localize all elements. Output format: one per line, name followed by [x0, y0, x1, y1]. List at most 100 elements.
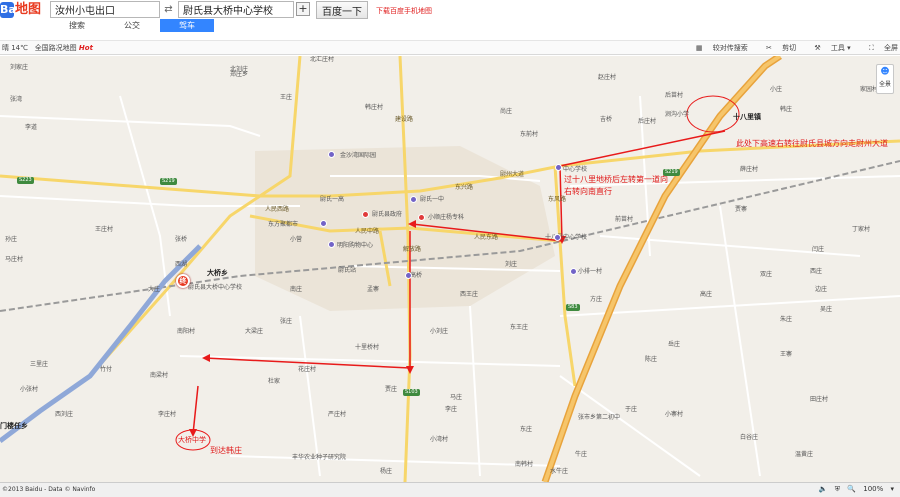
tool-fullscreen[interactable]: ⛶ 全屏 [861, 44, 898, 52]
download-app-link[interactable]: 下载百度手机地图 [376, 6, 432, 16]
tool-tools[interactable]: ⚒ 工具 ▾ [806, 44, 850, 52]
road-label: 人民东路 [474, 234, 499, 241]
map-label: 后苗村 [665, 92, 684, 99]
map-label: 孙庄 [5, 236, 18, 243]
map-label: 方庄 [590, 296, 603, 303]
map-label: 西湖 [175, 261, 188, 268]
map-label: 白谷庄 [740, 434, 759, 441]
tab-search[interactable]: 搜索 [50, 19, 104, 32]
map-label: 王寨 [780, 351, 793, 358]
tab-bus[interactable]: 公交 [105, 19, 159, 32]
destination-annotation: 到达韩庄 [210, 446, 242, 455]
map-label: 南阳村 [177, 328, 196, 335]
swap-icon[interactable]: ⇄ [161, 3, 176, 17]
map-tools: ▦ 较对传搜索 ✂ 剪切 ⚒ 工具 ▾ ⛶ 全屏 [680, 43, 898, 53]
map-roads-layer [0, 56, 900, 482]
wrench-icon: ⚒ [814, 44, 821, 52]
poi-label[interactable]: 张市乡第二初中 [578, 414, 620, 421]
map-label: 陈庄 [645, 356, 658, 363]
map-label: 严庄村 [328, 411, 347, 418]
poi-marker[interactable] [554, 234, 561, 241]
poi-marker[interactable] [320, 220, 327, 227]
map-label: 赵庄村 [598, 74, 617, 81]
poi-marker[interactable] [555, 164, 562, 171]
poi-label[interactable]: 小排一村 [578, 268, 602, 275]
map-label: 小庄 [770, 86, 783, 93]
road-label: 解放路 [403, 246, 422, 253]
map-label: 岳庄 [668, 341, 681, 348]
zoom-level[interactable]: 100% [863, 485, 883, 493]
map-label: 张桥 [175, 236, 188, 243]
scissors-icon: ✂ [766, 44, 772, 52]
baidu-map-logo[interactable]: Bai 地图 [0, 2, 44, 18]
map-canvas[interactable]: 郑庄乡 张桥 大庄 刘家庄 北刘庄 北汇庄村 王庄 张湾 后苗村 韩庄村 李道 … [0, 56, 900, 482]
map-label: 牛庄 [575, 451, 588, 458]
road-label: 人民西路 [265, 206, 290, 213]
map-label: 杨庄 [380, 468, 393, 475]
road-shield: S103 [403, 389, 420, 396]
map-label: 三里庄 [30, 361, 49, 368]
poi-label[interactable]: 尉氏县大桥中心学校 [188, 284, 242, 291]
town-label: 大桥乡 [207, 269, 228, 277]
poi-marker[interactable] [418, 214, 425, 221]
map-label: 马庄 [450, 394, 463, 401]
search-button[interactable]: 百度一下 [316, 1, 368, 19]
start-point-field[interactable] [50, 1, 160, 18]
poi-label[interactable]: 金沙湾国际园 [340, 152, 376, 159]
browser-status-bar: ©2013 Baidu - Data © Navinfo 🔈 ⛨ 🔍 100% … [0, 482, 900, 497]
map-label: 北汇庄村 [310, 56, 335, 63]
zoom-icon[interactable]: 🔍 [847, 485, 856, 493]
poi-marker[interactable] [362, 211, 369, 218]
map-label: 贾庄 [385, 386, 398, 393]
shield-icon[interactable]: ⛨ [835, 485, 840, 493]
chevron-down-icon[interactable]: ▾ [890, 485, 894, 493]
tool-label: 全屏 [884, 44, 898, 52]
map-label: 东王庄 [510, 324, 529, 331]
map-label: 小营 [290, 236, 303, 243]
map-label: 刘家庄 [10, 64, 29, 71]
poi-label[interactable]: 十八里中心学校 [545, 234, 587, 241]
map-label: 温黄庄 [795, 451, 814, 458]
add-waypoint-button[interactable]: + [296, 2, 310, 16]
poi-label[interactable]: 小顺庄杨专科 [428, 214, 464, 221]
start-input[interactable] [51, 2, 159, 17]
end-input[interactable] [179, 2, 293, 17]
speaker-icon[interactable]: 🔈 [819, 485, 828, 493]
tool-search-nearby[interactable]: ▦ 较对传搜索 [688, 44, 748, 52]
poi-label[interactable]: 尉氏县政府 [372, 211, 402, 218]
poi-marker[interactable] [328, 241, 335, 248]
poi-label[interactable]: 尉氏一中 [420, 196, 444, 203]
map-label: 吉桥 [600, 116, 613, 123]
logo-text: 地图 [15, 2, 42, 17]
poi-label[interactable]: 尉氏一高 [320, 196, 344, 203]
hot-badge: Hot [78, 44, 93, 52]
town-label: 门楼任乡 [0, 422, 28, 430]
map-label: 后庄村 [638, 118, 657, 125]
poi-marker[interactable] [405, 272, 412, 279]
poi-marker[interactable] [410, 196, 417, 203]
map-label: 李庄村 [158, 411, 177, 418]
fullview-button[interactable]: ☻ 全景 [876, 64, 894, 94]
poi-label[interactable]: 东方聚都市 [268, 221, 298, 228]
poi-label[interactable]: 丰华农业种子研究院 [292, 454, 346, 461]
map-label: 北刘庄 [230, 66, 249, 73]
poi-label[interactable]: 中心学校 [563, 166, 587, 173]
poi-marker[interactable] [570, 268, 577, 275]
tool-label: 剪切 [782, 44, 797, 52]
end-point-field[interactable] [178, 1, 294, 18]
map-label: 丁家村 [852, 226, 871, 233]
poi-marker[interactable] [328, 151, 335, 158]
tool-screenshot[interactable]: ✂ 剪切 [758, 44, 796, 52]
poi-label[interactable]: 明阳购物中心 [337, 242, 373, 249]
map-label: 于庄 [625, 406, 638, 413]
destination-marker[interactable]: 终 [176, 274, 190, 288]
tab-drive[interactable]: 驾车 [160, 19, 214, 32]
map-label: 南梁村 [150, 372, 169, 379]
poi-label[interactable]: 尉氏站 [338, 267, 356, 274]
road-label: 建设路 [395, 116, 414, 123]
map-label: 南庄 [290, 286, 303, 293]
traffic-map-link[interactable]: 全国路况地图 [35, 44, 77, 52]
road-shield: S223 [17, 177, 34, 184]
map-label: 贾寨 [735, 206, 748, 213]
map-label: 李道 [25, 124, 38, 131]
